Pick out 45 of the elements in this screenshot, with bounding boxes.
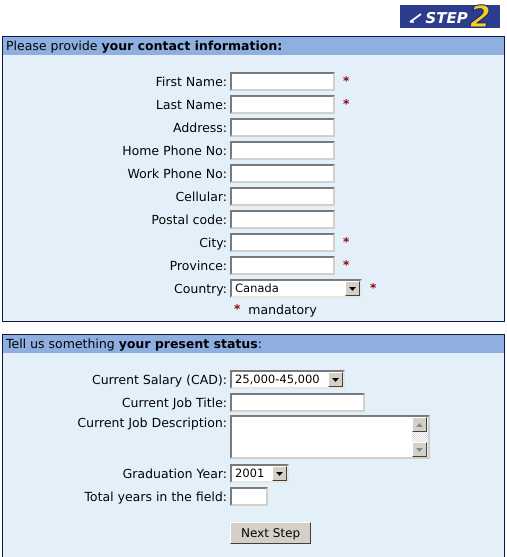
required-mark: * (343, 74, 350, 89)
input-field[interactable] (230, 487, 268, 506)
pen-icon (409, 12, 424, 22)
mandatory-note: mandatory (248, 302, 317, 317)
field-label: Current Job Title: (120, 395, 227, 410)
input-field[interactable] (230, 118, 335, 137)
input-field[interactable] (230, 233, 335, 252)
field-label: Total years in the field: (83, 489, 227, 504)
section-title: Please provide your contact information: (3, 37, 504, 55)
field-label: Current Salary (CAD): (90, 372, 227, 387)
field-label: Current Job Description: (76, 415, 227, 430)
required-mark: * (370, 281, 376, 296)
input-field[interactable] (230, 187, 335, 206)
input-field[interactable] (230, 393, 365, 412)
required-mark: * (343, 235, 350, 250)
field-label: Province: (168, 258, 227, 273)
text-area[interactable] (230, 415, 430, 459)
field-label: Address: (172, 120, 227, 135)
field-label: First Name: (154, 74, 227, 89)
dropdown[interactable]: 25,000-45,000 (230, 370, 345, 389)
field-label: Postal code: (150, 212, 227, 227)
section-title: Tell us something your present status: (3, 335, 504, 353)
dropdown[interactable]: Canada (230, 279, 362, 298)
field-label: Cellular: (174, 189, 227, 204)
field-label: Work Phone No: (126, 166, 227, 181)
input-field[interactable] (230, 72, 335, 91)
scroll-up-icon (412, 417, 427, 432)
input-field[interactable] (230, 141, 335, 160)
required-mark: * (343, 97, 350, 112)
logo-word: STEP (425, 8, 468, 26)
required-mark: * (234, 302, 240, 317)
logo-number: 2 (470, 2, 491, 32)
dropdown[interactable]: 2001 (230, 464, 290, 483)
input-field[interactable] (230, 256, 335, 275)
input-field[interactable] (230, 164, 335, 183)
input-field[interactable] (230, 95, 335, 114)
field-label: Home Phone No: (121, 143, 227, 158)
next-step-button[interactable]: Next Step (230, 522, 312, 544)
scroll-down-icon (412, 442, 427, 457)
field-label: Graduation Year: (122, 466, 227, 481)
field-label: Country: (173, 281, 227, 296)
field-label: City: (198, 235, 227, 250)
input-field[interactable] (230, 210, 335, 229)
required-mark: * (343, 258, 350, 273)
field-label: Last Name: (154, 97, 227, 112)
